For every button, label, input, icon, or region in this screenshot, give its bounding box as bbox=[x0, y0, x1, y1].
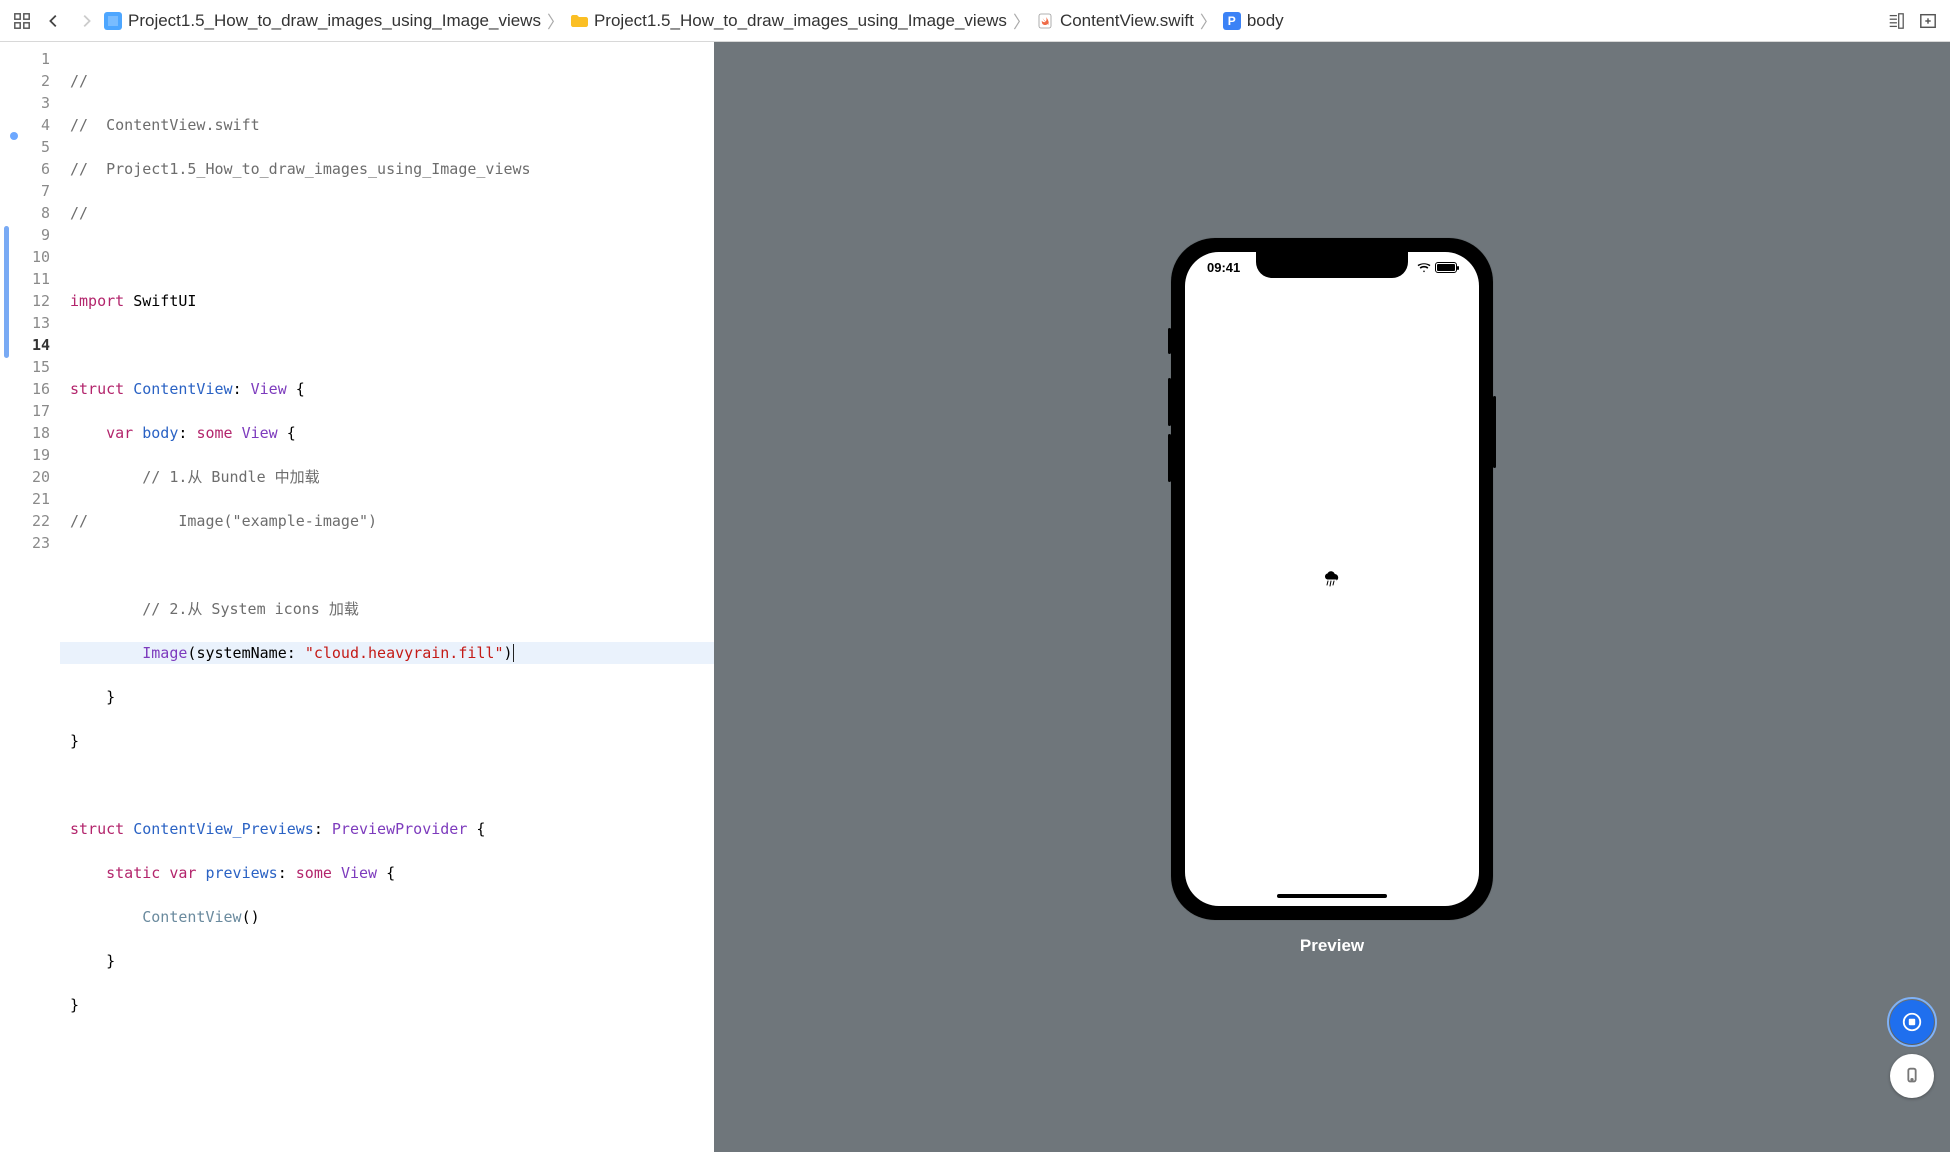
home-indicator bbox=[1277, 894, 1387, 898]
side-button bbox=[1168, 378, 1171, 426]
property-icon: P bbox=[1223, 12, 1241, 30]
breadcrumb-folder[interactable]: Project1.5_How_to_draw_images_using_Imag… bbox=[570, 11, 1007, 31]
line-number: 19 bbox=[0, 444, 60, 466]
side-button bbox=[1168, 328, 1171, 354]
line-number: 11 bbox=[0, 268, 60, 290]
code-text: systemName: bbox=[196, 644, 295, 662]
line-number: 17 bbox=[0, 400, 60, 422]
breadcrumb-symbol[interactable]: P body bbox=[1223, 11, 1284, 31]
preview-canvas[interactable]: 09:41 Preview bbox=[714, 42, 1950, 1152]
line-number: 22 bbox=[0, 510, 60, 532]
swift-file-icon bbox=[1036, 12, 1054, 30]
code-text: previews bbox=[205, 864, 277, 882]
code-text: struct bbox=[70, 820, 124, 838]
code-text: View bbox=[242, 424, 278, 442]
status-time: 09:41 bbox=[1207, 260, 1240, 275]
preview-label: Preview bbox=[1300, 936, 1364, 956]
code-text: SwiftUI bbox=[133, 292, 196, 310]
side-button bbox=[1168, 434, 1171, 482]
live-preview-button[interactable] bbox=[1890, 1000, 1934, 1044]
cursor bbox=[513, 644, 514, 662]
code-text: struct bbox=[70, 380, 124, 398]
line-number: 2 bbox=[0, 70, 60, 92]
folder-icon bbox=[570, 12, 588, 30]
gutter: 1 2 3 4 5 6 7 8 9 10 11 12 13 14 15 16 1… bbox=[0, 42, 60, 1152]
line-number: 3 bbox=[0, 92, 60, 114]
line-number: 13 bbox=[0, 312, 60, 334]
project-icon bbox=[104, 12, 122, 30]
code-text: View bbox=[251, 380, 287, 398]
code-text: // bbox=[70, 204, 88, 222]
line-number: 21 bbox=[0, 488, 60, 510]
related-items-button[interactable] bbox=[8, 7, 36, 35]
code-text: import bbox=[70, 292, 124, 310]
line-number: 15 bbox=[0, 356, 60, 378]
line-number: 9 bbox=[0, 224, 60, 246]
line-number: 20 bbox=[0, 466, 60, 488]
code-text: var bbox=[106, 424, 133, 442]
code-text: some bbox=[196, 424, 232, 442]
code-text: // bbox=[70, 72, 88, 90]
jump-bar: Project1.5_How_to_draw_images_using_Imag… bbox=[0, 0, 1950, 42]
line-number: 16 bbox=[0, 378, 60, 400]
crumb-label: Project1.5_How_to_draw_images_using_Imag… bbox=[128, 11, 541, 31]
code-text: ContentView_Previews bbox=[133, 820, 314, 838]
code-text: ContentView bbox=[142, 908, 241, 926]
crumb-label: body bbox=[1247, 11, 1284, 31]
code-text: body bbox=[142, 424, 178, 442]
source-editor[interactable]: 1 2 3 4 5 6 7 8 9 10 11 12 13 14 15 16 1… bbox=[0, 42, 714, 1152]
code-text: // Image("example-image") bbox=[70, 512, 377, 530]
code-text: // 2.从 System icons 加载 bbox=[142, 600, 359, 618]
chevron-right-icon: 〉 bbox=[545, 8, 566, 33]
chevron-right-icon: 〉 bbox=[1011, 8, 1032, 33]
line-number: 5 bbox=[0, 136, 60, 158]
wifi-icon bbox=[1417, 262, 1431, 273]
breadcrumb: Project1.5_How_to_draw_images_using_Imag… bbox=[104, 8, 1284, 33]
line-number: 1 bbox=[0, 48, 60, 70]
code-text: // ContentView.swift bbox=[70, 116, 260, 134]
add-editor-button[interactable] bbox=[1914, 7, 1942, 35]
minimap-toggle[interactable] bbox=[1882, 7, 1910, 35]
code-text: PreviewProvider bbox=[332, 820, 467, 838]
breadcrumb-file[interactable]: ContentView.swift bbox=[1036, 11, 1194, 31]
line-number: 4 bbox=[0, 114, 60, 136]
code-text: some bbox=[296, 864, 332, 882]
status-bar: 09:41 bbox=[1185, 260, 1479, 275]
forward-button[interactable] bbox=[72, 7, 100, 35]
device-screen: 09:41 bbox=[1185, 252, 1479, 906]
device-settings-button[interactable] bbox=[1890, 1054, 1934, 1098]
code-area[interactable]: // // ContentView.swift // Project1.5_Ho… bbox=[60, 42, 714, 1152]
code-text: var bbox=[169, 864, 196, 882]
line-number: 8 bbox=[0, 202, 60, 224]
crumb-label: Project1.5_How_to_draw_images_using_Imag… bbox=[594, 11, 1007, 31]
code-text: Image bbox=[142, 644, 187, 662]
crumb-label: ContentView.swift bbox=[1060, 11, 1194, 31]
battery-icon bbox=[1435, 262, 1457, 273]
line-number: 23 bbox=[0, 532, 60, 554]
change-bar bbox=[4, 226, 9, 358]
line-number: 12 bbox=[0, 290, 60, 312]
code-text: View bbox=[341, 864, 377, 882]
unsaved-indicator-icon bbox=[10, 132, 18, 140]
code-text: ContentView bbox=[133, 380, 232, 398]
line-number: 7 bbox=[0, 180, 60, 202]
line-number: 18 bbox=[0, 422, 60, 444]
chevron-right-icon: 〉 bbox=[1198, 8, 1219, 33]
code-text: // 1.从 Bundle 中加载 bbox=[142, 468, 319, 486]
line-number: 10 bbox=[0, 246, 60, 268]
breadcrumb-project[interactable]: Project1.5_How_to_draw_images_using_Imag… bbox=[104, 11, 541, 31]
back-button[interactable] bbox=[40, 7, 68, 35]
device-frame: 09:41 bbox=[1171, 238, 1493, 920]
side-button bbox=[1493, 396, 1496, 468]
code-text: static bbox=[106, 864, 160, 882]
line-number: 6 bbox=[0, 158, 60, 180]
code-text: "cloud.heavyrain.fill" bbox=[305, 644, 504, 662]
code-text: // Project1.5_How_to_draw_images_using_I… bbox=[70, 160, 531, 178]
cloud-heavyrain-icon bbox=[1323, 571, 1341, 591]
line-number: 14 bbox=[0, 334, 60, 356]
